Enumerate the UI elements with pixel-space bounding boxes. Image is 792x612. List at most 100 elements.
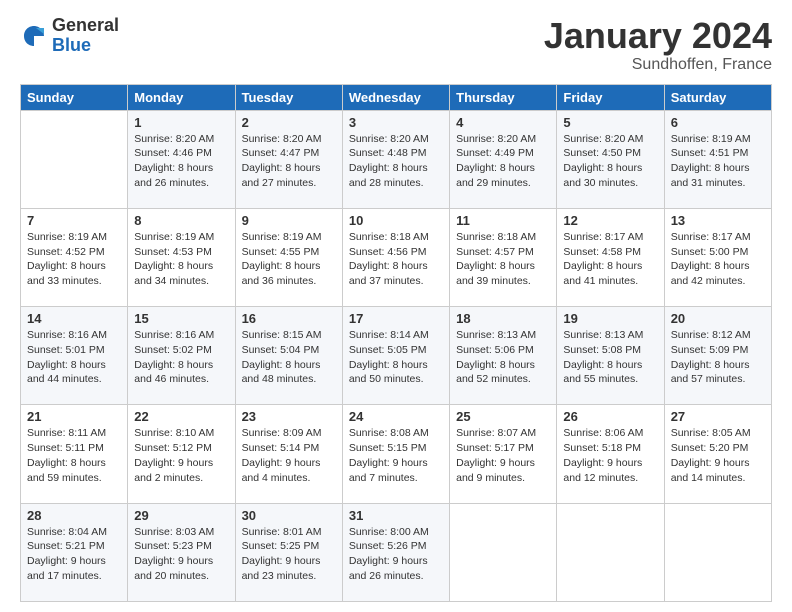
day-cell: 6 Sunrise: 8:19 AMSunset: 4:51 PMDaylight… xyxy=(664,110,771,208)
day-cell: 12Sunrise: 8:17 AMSunset: 4:58 PMDayligh… xyxy=(557,208,664,306)
day-info: Sunrise: 8:20 AMSunset: 4:47 PMDaylight:… xyxy=(242,132,336,191)
day-number: 19 xyxy=(563,311,657,326)
day-cell: 11 Sunrise: 8:18 AMSunset: 4:57 PMDayligh… xyxy=(450,208,557,306)
day-cell: 24 Sunrise: 8:08 AMSunset: 5:15 PMDayligh… xyxy=(342,405,449,503)
calendar-table: SundayMondayTuesdayWednesdayThursdayFrid… xyxy=(20,84,772,602)
week-row-2: 14Sunrise: 8:16 AMSunset: 5:01 PMDayligh… xyxy=(21,307,772,405)
weekday-header-sunday: Sunday xyxy=(21,84,128,110)
day-number: 24 xyxy=(349,409,443,424)
day-cell: 18 Sunrise: 8:13 AMSunset: 5:06 PMDayligh… xyxy=(450,307,557,405)
day-number: 13 xyxy=(671,213,765,228)
day-number: 3 xyxy=(349,115,443,130)
day-number: 9 xyxy=(242,213,336,228)
day-info: Sunrise: 8:06 AMSunset: 5:18 PMDaylight:… xyxy=(563,426,657,485)
day-number: 31 xyxy=(349,508,443,523)
day-cell: 20Sunrise: 8:12 AMSunset: 5:09 PMDayligh… xyxy=(664,307,771,405)
day-cell: 7Sunrise: 8:19 AMSunset: 4:52 PMDaylight… xyxy=(21,208,128,306)
weekday-header-monday: Monday xyxy=(128,84,235,110)
day-cell: 2 Sunrise: 8:20 AMSunset: 4:47 PMDaylight… xyxy=(235,110,342,208)
weekday-header-friday: Friday xyxy=(557,84,664,110)
weekday-header-row: SundayMondayTuesdayWednesdayThursdayFrid… xyxy=(21,84,772,110)
page: General Blue January 2024 Sundhoffen, Fr… xyxy=(0,0,792,612)
day-cell: 23Sunrise: 8:09 AMSunset: 5:14 PMDayligh… xyxy=(235,405,342,503)
day-cell: 8 Sunrise: 8:19 AMSunset: 4:53 PMDaylight… xyxy=(128,208,235,306)
day-cell: 10 Sunrise: 8:18 AMSunset: 4:56 PMDayligh… xyxy=(342,208,449,306)
day-info: Sunrise: 8:19 AMSunset: 4:52 PMDaylight:… xyxy=(27,230,121,289)
day-cell: 17 Sunrise: 8:14 AMSunset: 5:05 PMDayligh… xyxy=(342,307,449,405)
day-cell: 16 Sunrise: 8:15 AMSunset: 5:04 PMDayligh… xyxy=(235,307,342,405)
day-cell: 9 Sunrise: 8:19 AMSunset: 4:55 PMDaylight… xyxy=(235,208,342,306)
day-number: 23 xyxy=(242,409,336,424)
day-number: 2 xyxy=(242,115,336,130)
calendar-title: January 2024 xyxy=(544,16,772,56)
day-info: Sunrise: 8:19 AMSunset: 4:51 PMDaylight:… xyxy=(671,132,765,191)
day-info: Sunrise: 8:18 AMSunset: 4:57 PMDaylight:… xyxy=(456,230,550,289)
logo: General Blue xyxy=(20,16,119,56)
day-number: 27 xyxy=(671,409,765,424)
day-cell xyxy=(557,503,664,601)
day-cell: 3Sunrise: 8:20 AMSunset: 4:48 PMDaylight… xyxy=(342,110,449,208)
weekday-header-tuesday: Tuesday xyxy=(235,84,342,110)
day-number: 16 xyxy=(242,311,336,326)
day-number: 20 xyxy=(671,311,765,326)
day-cell: 14Sunrise: 8:16 AMSunset: 5:01 PMDayligh… xyxy=(21,307,128,405)
day-number: 6 xyxy=(671,115,765,130)
day-cell: 22Sunrise: 8:10 AMSunset: 5:12 PMDayligh… xyxy=(128,405,235,503)
day-number: 21 xyxy=(27,409,121,424)
day-number: 5 xyxy=(563,115,657,130)
logo-text: General Blue xyxy=(52,16,119,56)
weekday-header-thursday: Thursday xyxy=(450,84,557,110)
day-cell: 4Sunrise: 8:20 AMSunset: 4:49 PMDaylight… xyxy=(450,110,557,208)
day-info: Sunrise: 8:19 AMSunset: 4:53 PMDaylight:… xyxy=(134,230,228,289)
day-cell: 26 Sunrise: 8:06 AMSunset: 5:18 PMDayligh… xyxy=(557,405,664,503)
day-info: Sunrise: 8:17 AMSunset: 5:00 PMDaylight:… xyxy=(671,230,765,289)
week-row-0: 1Sunrise: 8:20 AMSunset: 4:46 PMDaylight… xyxy=(21,110,772,208)
day-info: Sunrise: 8:07 AMSunset: 5:17 PMDaylight:… xyxy=(456,426,550,485)
day-cell: 27Sunrise: 8:05 AMSunset: 5:20 PMDayligh… xyxy=(664,405,771,503)
day-number: 29 xyxy=(134,508,228,523)
day-cell: 30Sunrise: 8:01 AMSunset: 5:25 PMDayligh… xyxy=(235,503,342,601)
day-cell: 15 Sunrise: 8:16 AMSunset: 5:02 PMDayligh… xyxy=(128,307,235,405)
day-info: Sunrise: 8:19 AMSunset: 4:55 PMDaylight:… xyxy=(242,230,336,289)
day-info: Sunrise: 8:11 AMSunset: 5:11 PMDaylight:… xyxy=(27,426,121,485)
day-cell: 31 Sunrise: 8:00 AMSunset: 5:26 PMDayligh… xyxy=(342,503,449,601)
weekday-header-saturday: Saturday xyxy=(664,84,771,110)
week-row-4: 28 Sunrise: 8:04 AMSunset: 5:21 PMDayligh… xyxy=(21,503,772,601)
day-number: 15 xyxy=(134,311,228,326)
calendar-subtitle: Sundhoffen, France xyxy=(544,56,772,74)
logo-general: General xyxy=(52,16,119,36)
day-info: Sunrise: 8:10 AMSunset: 5:12 PMDaylight:… xyxy=(134,426,228,485)
day-cell: 19Sunrise: 8:13 AMSunset: 5:08 PMDayligh… xyxy=(557,307,664,405)
day-number: 4 xyxy=(456,115,550,130)
day-info: Sunrise: 8:16 AMSunset: 5:01 PMDaylight:… xyxy=(27,328,121,387)
logo-blue: Blue xyxy=(52,36,119,56)
day-number: 30 xyxy=(242,508,336,523)
day-info: Sunrise: 8:16 AMSunset: 5:02 PMDaylight:… xyxy=(134,328,228,387)
day-cell: 13 Sunrise: 8:17 AMSunset: 5:00 PMDayligh… xyxy=(664,208,771,306)
day-number: 26 xyxy=(563,409,657,424)
header: General Blue January 2024 Sundhoffen, Fr… xyxy=(20,16,772,74)
day-info: Sunrise: 8:14 AMSunset: 5:05 PMDaylight:… xyxy=(349,328,443,387)
day-number: 10 xyxy=(349,213,443,228)
day-info: Sunrise: 8:08 AMSunset: 5:15 PMDaylight:… xyxy=(349,426,443,485)
day-info: Sunrise: 8:20 AMSunset: 4:46 PMDaylight:… xyxy=(134,132,228,191)
day-cell: 21 Sunrise: 8:11 AMSunset: 5:11 PMDayligh… xyxy=(21,405,128,503)
logo-icon xyxy=(20,22,48,50)
title-area: January 2024 Sundhoffen, France xyxy=(544,16,772,74)
day-number: 28 xyxy=(27,508,121,523)
day-info: Sunrise: 8:04 AMSunset: 5:21 PMDaylight:… xyxy=(27,525,121,584)
day-info: Sunrise: 8:00 AMSunset: 5:26 PMDaylight:… xyxy=(349,525,443,584)
day-cell: 1Sunrise: 8:20 AMSunset: 4:46 PMDaylight… xyxy=(128,110,235,208)
day-number: 8 xyxy=(134,213,228,228)
day-info: Sunrise: 8:17 AMSunset: 4:58 PMDaylight:… xyxy=(563,230,657,289)
day-number: 18 xyxy=(456,311,550,326)
day-cell xyxy=(664,503,771,601)
day-info: Sunrise: 8:15 AMSunset: 5:04 PMDaylight:… xyxy=(242,328,336,387)
week-row-1: 7Sunrise: 8:19 AMSunset: 4:52 PMDaylight… xyxy=(21,208,772,306)
day-info: Sunrise: 8:03 AMSunset: 5:23 PMDaylight:… xyxy=(134,525,228,584)
day-info: Sunrise: 8:13 AMSunset: 5:06 PMDaylight:… xyxy=(456,328,550,387)
day-info: Sunrise: 8:18 AMSunset: 4:56 PMDaylight:… xyxy=(349,230,443,289)
day-number: 11 xyxy=(456,213,550,228)
day-number: 17 xyxy=(349,311,443,326)
day-cell xyxy=(450,503,557,601)
